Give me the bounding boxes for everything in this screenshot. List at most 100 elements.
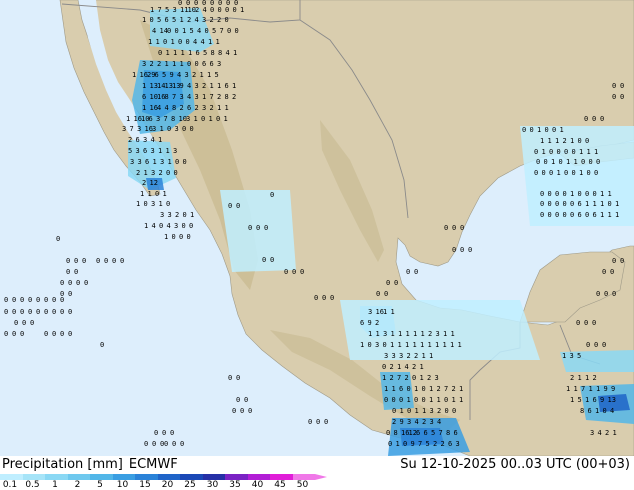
- grid-value: 3: [156, 115, 160, 123]
- valid-time: Su 12-10-2025 00..03 UTC (00+03): [400, 457, 630, 472]
- grid-value: 2: [452, 385, 456, 393]
- grid-value: 3: [185, 71, 189, 79]
- grid-value: 0: [4, 330, 8, 338]
- grid-value: 2: [150, 60, 154, 68]
- map-title: Precipitation [mm] ECMWF: [2, 457, 178, 472]
- grid-value: 3: [142, 60, 146, 68]
- grid-value: 2: [192, 71, 196, 79]
- grid-value: 0: [610, 268, 614, 276]
- grid-value: 9: [411, 440, 415, 448]
- grid-value: 1: [443, 341, 447, 349]
- grid-value: 0: [612, 257, 616, 265]
- grid-value: 1: [142, 16, 146, 24]
- grid-value: 1: [156, 38, 160, 46]
- grid-value: 7: [581, 385, 585, 393]
- grid-value: 6: [424, 429, 428, 437]
- grid-value: 1: [200, 71, 204, 79]
- grid-value: 0: [12, 296, 16, 304]
- scale-label: 5: [97, 480, 103, 490]
- variable-label: Precipitation [mm]: [2, 457, 123, 472]
- grid-value: 0: [407, 407, 411, 415]
- grid-value: 1: [566, 385, 570, 393]
- grid-value: 1: [574, 385, 578, 393]
- grid-value: 0: [534, 148, 538, 156]
- grid-value: 2: [142, 179, 146, 187]
- grid-value: 0: [270, 191, 274, 199]
- grid-value: 0: [262, 256, 266, 264]
- grid-value: 0: [170, 429, 174, 437]
- grid-value: 0: [594, 341, 598, 349]
- grid-value: 1: [126, 115, 130, 123]
- grid-value: 0: [555, 211, 559, 219]
- grid-value: 3: [173, 147, 177, 155]
- grid-value: 0: [144, 440, 148, 448]
- grid-value: 0: [248, 407, 252, 415]
- grid-value: 2: [217, 93, 221, 101]
- grid-value: 0: [20, 330, 24, 338]
- grid-value: 6: [593, 211, 597, 219]
- grid-value: 0: [164, 440, 168, 448]
- grid-value: 0: [44, 296, 48, 304]
- grid-value: 9: [400, 418, 404, 426]
- grid-value: 2: [405, 374, 409, 382]
- scale-label: 40: [251, 480, 264, 490]
- grid-value: 1: [384, 385, 388, 393]
- grid-value: 0: [158, 49, 162, 57]
- grid-value: 4: [598, 429, 602, 437]
- grid-value: 1: [443, 330, 447, 338]
- grid-value: 2: [232, 93, 236, 101]
- grid-value: 3: [399, 352, 403, 360]
- grid-value: 1: [459, 396, 463, 404]
- grid-value: 0: [218, 0, 222, 7]
- grid-value: 0: [468, 246, 472, 254]
- grid-value: 0: [604, 290, 608, 298]
- grid-value: 1: [142, 82, 146, 90]
- grid-value: 2: [157, 60, 161, 68]
- grid-value: 1: [360, 341, 364, 349]
- grid-value: 0: [36, 296, 40, 304]
- legend-footer: Precipitation [mm] ECMWF Su 12-10-2025 00…: [0, 456, 634, 490]
- grid-value: 0: [112, 257, 116, 265]
- grid-value: 2: [136, 169, 140, 177]
- grid-value: 0: [244, 396, 248, 404]
- grid-value: 0: [12, 308, 16, 316]
- grid-value: 0: [585, 190, 589, 198]
- grid-value: 7: [220, 27, 224, 35]
- grid-value: 2: [441, 440, 445, 448]
- grid-value: 0: [584, 319, 588, 327]
- grid-value: 0: [183, 158, 187, 166]
- grid-value: 0: [564, 169, 568, 177]
- grid-value: 0: [152, 440, 156, 448]
- grid-value: 1: [158, 136, 162, 144]
- grid-value: 0: [233, 6, 237, 14]
- grid-value: 0: [316, 418, 320, 426]
- grid-value: 2: [187, 16, 191, 24]
- grid-value: 0: [227, 27, 231, 35]
- grid-value: 6: [149, 115, 153, 123]
- grid-value: 0: [589, 158, 593, 166]
- grid-value: 0: [570, 211, 574, 219]
- grid-value: 4: [177, 71, 181, 79]
- grid-value: 0: [422, 396, 426, 404]
- grid-value: 2: [390, 363, 394, 371]
- grid-value: 0: [4, 308, 8, 316]
- grid-value: 0: [159, 222, 163, 230]
- grid-value: 0: [602, 341, 606, 349]
- grid-value: 3: [151, 147, 155, 155]
- grid-value: 0: [386, 279, 390, 287]
- grid-value: 0: [549, 148, 553, 156]
- grid-value: 3: [160, 211, 164, 219]
- grid-value: 2: [427, 374, 431, 382]
- grid-value: 3: [122, 125, 126, 133]
- grid-value: 3: [173, 6, 177, 14]
- grid-value: 1: [180, 16, 184, 24]
- grid-value: 3: [202, 104, 206, 112]
- grid-value: 0: [620, 257, 624, 265]
- grid-value: 0: [570, 200, 574, 208]
- grid-value: 0: [190, 125, 194, 133]
- grid-value: 1: [202, 93, 206, 101]
- grid-value: 1: [168, 158, 172, 166]
- grid-value: 0: [572, 169, 576, 177]
- grid-value: 1: [181, 49, 185, 57]
- grid-value: 0: [603, 407, 607, 415]
